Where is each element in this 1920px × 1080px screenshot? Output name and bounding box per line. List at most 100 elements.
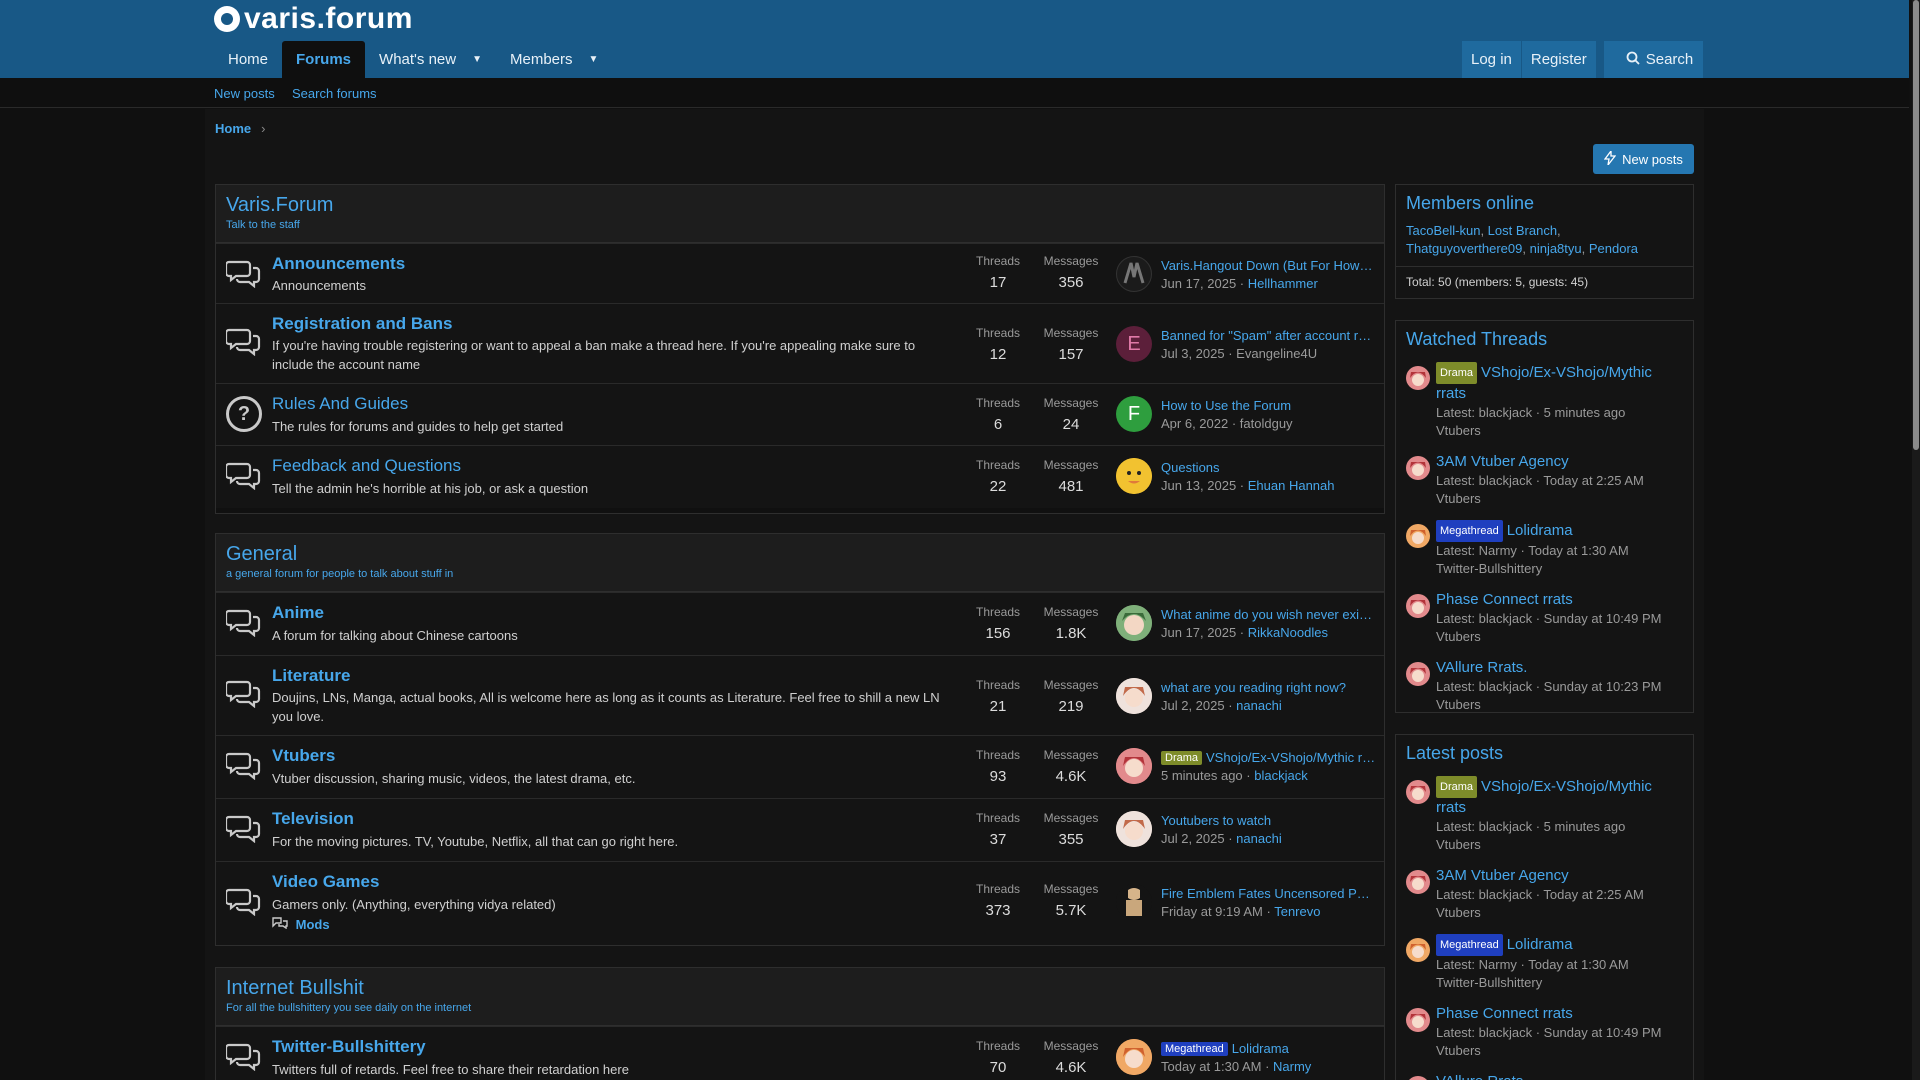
avatar[interactable]	[1406, 938, 1430, 962]
avatar[interactable]	[1406, 594, 1430, 618]
forum-title[interactable]: Literature	[272, 666, 350, 686]
avatar[interactable]	[1116, 748, 1152, 784]
post-title[interactable]: Megathread Lolidrama	[1436, 934, 1683, 956]
last-post-user[interactable]: Evangeline4U	[1236, 346, 1317, 361]
subnav-search-forums[interactable]: Search forums	[292, 86, 377, 101]
last-post-user[interactable]: Hellhammer	[1248, 276, 1318, 291]
thread-forum[interactable]: Vtubers	[1436, 422, 1683, 440]
forum-title[interactable]: Feedback and Questions	[272, 456, 461, 476]
forum-title[interactable]: Television	[272, 809, 354, 829]
post-title-text[interactable]: Lolidrama	[1507, 936, 1573, 953]
category-title[interactable]: Varis.Forum	[226, 193, 1374, 217]
last-post-date[interactable]: Friday at 9:19 AM	[1161, 904, 1263, 919]
member-link[interactable]: ninja8tyu	[1530, 241, 1582, 256]
new-posts-button[interactable]: New posts	[1593, 144, 1694, 174]
last-post-date[interactable]: Apr 6, 2022	[1161, 416, 1228, 431]
thread-forum[interactable]: Vtubers	[1436, 696, 1683, 714]
post-forum[interactable]: Vtubers	[1436, 1042, 1683, 1060]
tab-whats-new[interactable]: What's new ▼	[365, 41, 496, 78]
subforum-link[interactable]: Mods	[272, 917, 330, 932]
tab-home[interactable]: Home	[214, 41, 282, 78]
avatar[interactable]	[1116, 811, 1152, 847]
forum-title[interactable]: Rules And Guides	[272, 394, 408, 414]
last-post-date[interactable]: Jul 2, 2025	[1161, 831, 1225, 846]
last-post-user[interactable]: RikkaNoodles	[1248, 625, 1328, 640]
last-post-date[interactable]: Jun 17, 2025	[1161, 276, 1236, 291]
site-logo[interactable]: varis.forum	[214, 4, 413, 34]
thread-title-text[interactable]: Lolidrama	[1507, 522, 1573, 539]
forum-title[interactable]: Registration and Bans	[272, 314, 452, 334]
tab-members[interactable]: Members ▼	[496, 41, 612, 78]
last-post-title[interactable]: What anime do you wish never existed?	[1161, 607, 1376, 622]
avatar[interactable]	[1406, 366, 1430, 390]
last-post-user[interactable]: Tenrevo	[1274, 904, 1320, 919]
chevron-down-icon[interactable]: ▼	[589, 54, 599, 65]
avatar[interactable]	[1406, 780, 1430, 804]
last-post-user[interactable]: nanachi	[1236, 831, 1282, 846]
forum-title[interactable]: Anime	[272, 603, 324, 623]
megathread-label[interactable]: Megathread	[1436, 520, 1503, 542]
avatar[interactable]: F	[1116, 396, 1152, 432]
thread-title[interactable]: Drama VShojo/Ex-VShojo/Mythic rrats	[1436, 362, 1683, 404]
last-post-date[interactable]: Jun 13, 2025	[1161, 478, 1236, 493]
last-post-title[interactable]: How to Use the Forum	[1161, 398, 1376, 413]
thread-title[interactable]: 3AM Vtuber Agency	[1436, 452, 1683, 472]
last-post-date[interactable]: Jul 2, 2025	[1161, 698, 1225, 713]
last-post-user[interactable]: fatoldguy	[1240, 416, 1293, 431]
widget-title[interactable]: Members online	[1396, 185, 1693, 214]
search-button[interactable]: Search	[1603, 41, 1704, 78]
megathread-label[interactable]: Megathread	[1436, 934, 1503, 956]
last-post-title[interactable]: Varis.Hangout Down (But For How Long?)	[1161, 258, 1376, 273]
last-post-date[interactable]: Jun 17, 2025	[1161, 625, 1236, 640]
avatar[interactable]	[1406, 662, 1430, 686]
member-link[interactable]: Pendora	[1589, 241, 1638, 256]
register-button[interactable]: Register	[1521, 41, 1596, 78]
avatar[interactable]	[1116, 256, 1152, 292]
tab-forums[interactable]: Forums	[282, 41, 366, 78]
thread-title[interactable]: VAllure Rrats.	[1436, 658, 1683, 678]
forum-title[interactable]: Announcements	[272, 254, 405, 274]
login-button[interactable]: Log in	[1462, 41, 1521, 78]
forum-title[interactable]: Video Games	[272, 872, 379, 892]
last-post-date[interactable]: Jul 3, 2025	[1161, 346, 1225, 361]
member-link[interactable]: Lost Branch	[1488, 223, 1557, 238]
last-post-title[interactable]: Questions	[1161, 460, 1376, 475]
drama-label[interactable]: Drama	[1436, 776, 1478, 798]
avatar[interactable]	[1116, 678, 1152, 714]
thread-forum[interactable]: Vtubers	[1436, 628, 1683, 646]
avatar[interactable]: E	[1116, 326, 1152, 362]
scrollbar-thumb[interactable]	[1913, 0, 1919, 450]
forum-title[interactable]: Twitter-Bullshittery	[272, 1037, 426, 1057]
post-title[interactable]: Drama VShojo/Ex-VShojo/Mythic rrats	[1436, 776, 1683, 818]
avatar[interactable]	[1406, 1008, 1430, 1032]
thread-title[interactable]: Phase Connect rrats	[1436, 590, 1683, 610]
last-post-user[interactable]: Narmy	[1273, 1059, 1311, 1074]
member-link[interactable]: Thatguyoverthere09	[1406, 241, 1522, 256]
last-post-title-text[interactable]: VShojo/Ex-VShojo/Mythic rrats	[1206, 750, 1376, 765]
last-post-user[interactable]: Ehuan Hannah	[1248, 478, 1335, 493]
widget-title[interactable]: Watched Threads	[1396, 321, 1693, 350]
thread-forum[interactable]: Vtubers	[1436, 490, 1683, 508]
category-title[interactable]: Internet Bullshit	[226, 976, 1374, 1000]
drama-label[interactable]: Drama	[1161, 751, 1203, 765]
post-forum[interactable]: Vtubers	[1436, 904, 1683, 922]
last-post-user[interactable]: blackjack	[1254, 768, 1307, 783]
avatar[interactable]	[1116, 1039, 1152, 1075]
forum-title[interactable]: Vtubers	[272, 746, 335, 766]
post-title[interactable]: Phase Connect rrats	[1436, 1004, 1683, 1024]
last-post-title[interactable]: what are you reading right now?	[1161, 680, 1376, 695]
category-title[interactable]: General	[226, 542, 1374, 566]
post-forum[interactable]: Vtubers	[1436, 836, 1683, 854]
last-post-user[interactable]: nanachi	[1236, 698, 1282, 713]
last-post-title[interactable]: Banned for "Spam" after account registra…	[1161, 328, 1376, 343]
last-post-date[interactable]: Today at 1:30 AM	[1161, 1059, 1261, 1074]
chevron-down-icon[interactable]: ▼	[472, 54, 482, 65]
post-forum[interactable]: Twitter-Bullshittery	[1436, 974, 1683, 992]
drama-label[interactable]: Drama	[1436, 362, 1478, 384]
thread-title[interactable]: Megathread Lolidrama	[1436, 520, 1683, 542]
page-scrollbar[interactable]	[1912, 0, 1920, 1080]
last-post-title[interactable]: Megathread Lolidrama	[1161, 1041, 1376, 1056]
thread-forum[interactable]: Twitter-Bullshittery	[1436, 560, 1683, 578]
last-post-title[interactable]: Drama VShojo/Ex-VShojo/Mythic rrats	[1161, 750, 1376, 765]
subnav-new-posts[interactable]: New posts	[214, 86, 275, 101]
